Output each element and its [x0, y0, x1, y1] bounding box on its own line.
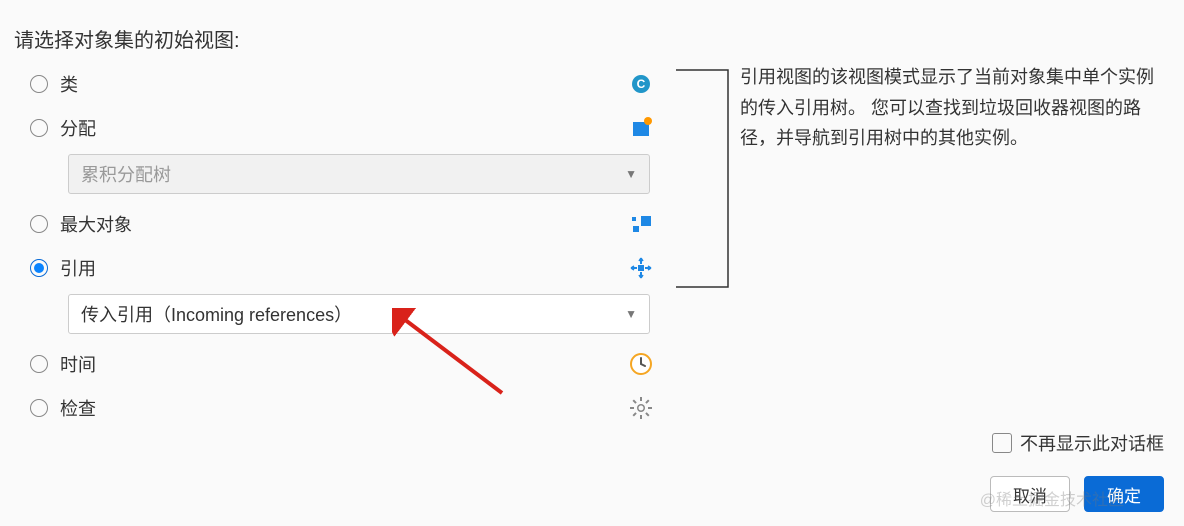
option-label: 时间 — [60, 351, 629, 377]
option-label: 最大对象 — [60, 211, 629, 237]
ok-button[interactable]: 确定 — [1084, 476, 1164, 512]
option-biggest[interactable]: 最大对象 — [30, 202, 655, 246]
dropdown-text: 累积分配树 — [81, 161, 625, 187]
radio-icon — [30, 259, 48, 277]
description-connector — [676, 67, 731, 291]
option-label: 检查 — [60, 395, 629, 421]
references-dropdown[interactable]: 传入引用（Incoming references） ▼ — [68, 294, 650, 334]
biggest-objects-icon — [629, 212, 653, 236]
cancel-button[interactable]: 取消 — [990, 476, 1070, 512]
radio-icon — [30, 119, 48, 137]
allocation-icon — [629, 116, 653, 140]
option-time[interactable]: 时间 — [30, 342, 655, 386]
radio-icon — [30, 399, 48, 417]
option-references[interactable]: 引用 — [30, 246, 655, 290]
description-text: 引用视图的该视图模式显示了当前对象集中单个实例的传入引用树。 您可以查找到垃圾回… — [740, 62, 1160, 154]
radio-icon — [30, 75, 48, 93]
do-not-show-again[interactable]: 不再显示此对话框 — [992, 430, 1164, 456]
option-label: 引用 — [60, 255, 629, 281]
gear-icon — [629, 396, 653, 420]
dialog-footer: 取消 确定 — [990, 476, 1164, 512]
svg-text:C: C — [637, 77, 646, 91]
class-icon: C — [629, 72, 653, 96]
prompt-title: 请选择对象集的初始视图: — [14, 24, 240, 53]
radio-icon — [30, 355, 48, 373]
chevron-down-icon: ▼ — [625, 307, 637, 321]
references-icon — [629, 256, 653, 280]
option-allocation[interactable]: 分配 — [30, 106, 655, 150]
checkbox-icon[interactable] — [992, 433, 1012, 453]
allocation-dropdown: 累积分配树 ▼ — [68, 154, 650, 194]
radio-icon — [30, 215, 48, 233]
option-class[interactable]: 类 C — [30, 62, 655, 106]
option-label: 类 — [60, 71, 629, 97]
view-options: 类 C 分配 累积分配树 ▼ 最大对象 引用 传入引用（Incoming ref… — [30, 62, 655, 430]
option-label: 分配 — [60, 115, 629, 141]
dropdown-text: 传入引用（Incoming references） — [81, 301, 625, 327]
do-not-show-label: 不再显示此对话框 — [1020, 430, 1164, 456]
option-inspect[interactable]: 检查 — [30, 386, 655, 430]
chevron-down-icon: ▼ — [625, 167, 637, 181]
clock-icon — [629, 352, 653, 376]
